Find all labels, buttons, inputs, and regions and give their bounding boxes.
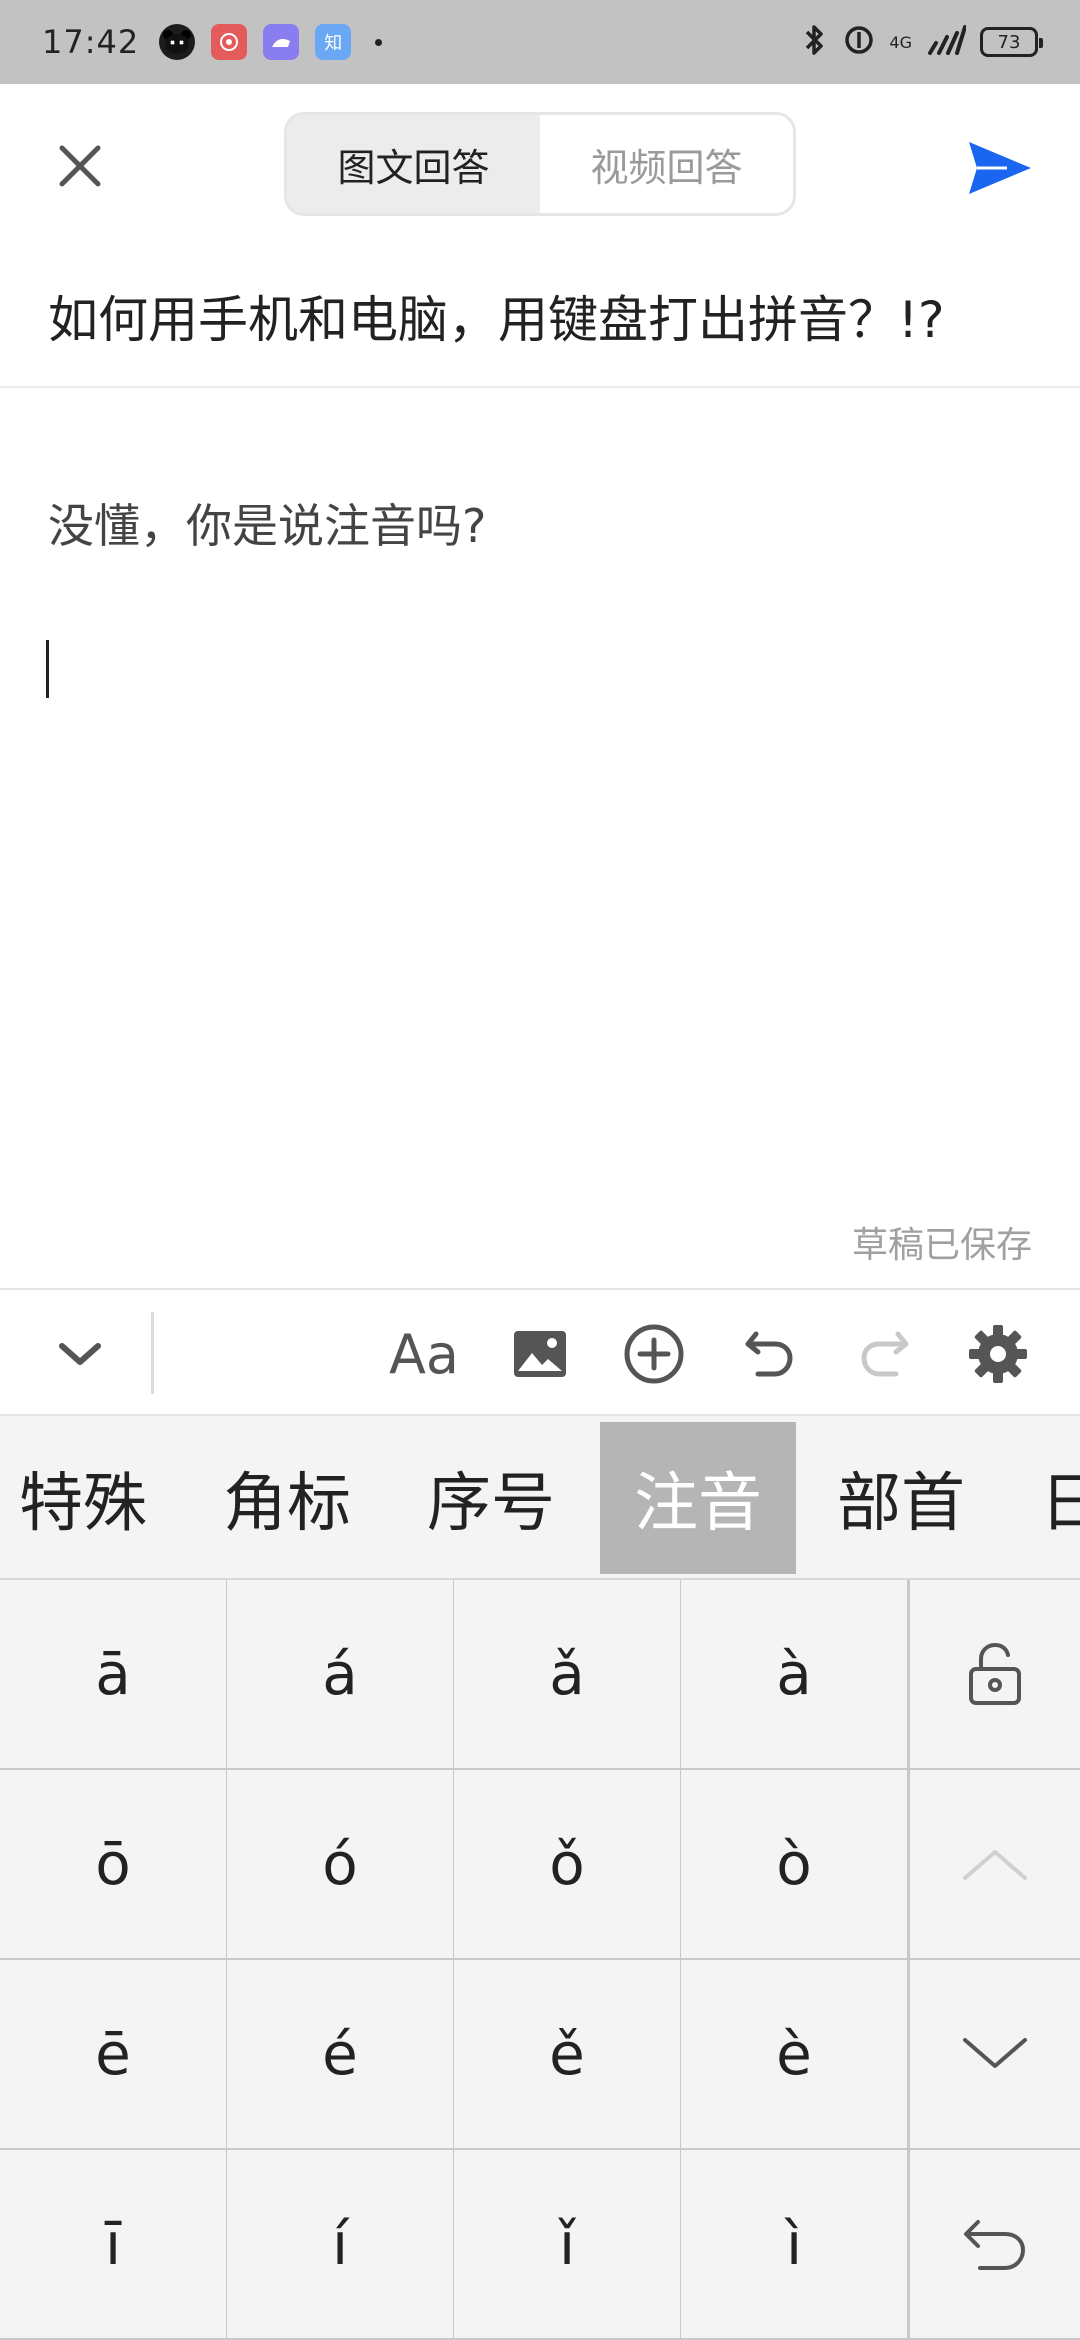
key[interactable]: ē bbox=[0, 1960, 228, 2150]
answer-type-switch: 图文回答 视频回答 bbox=[284, 112, 796, 216]
status-bar: 17:42 知 4G 73 bbox=[0, 0, 1080, 84]
key[interactable]: ó bbox=[227, 1770, 455, 1960]
network-type: 4G bbox=[889, 32, 912, 52]
insert-more-button[interactable] bbox=[612, 1312, 696, 1396]
return-key[interactable] bbox=[908, 2150, 1080, 2340]
bluetooth-icon bbox=[799, 23, 829, 61]
key[interactable]: ā bbox=[0, 1580, 228, 1770]
key[interactable]: è bbox=[681, 1960, 909, 2150]
category-superscript[interactable]: 角标 bbox=[204, 1422, 370, 1574]
chevron-up-icon bbox=[963, 1850, 1027, 1880]
redo-button[interactable] bbox=[842, 1312, 926, 1396]
key[interactable]: í bbox=[227, 2150, 455, 2340]
purple-app-icon bbox=[263, 24, 300, 60]
undo-button[interactable] bbox=[728, 1312, 812, 1396]
image-icon bbox=[514, 1331, 566, 1377]
close-icon bbox=[59, 145, 101, 187]
text-caret bbox=[46, 640, 49, 698]
symbol-category-bar: 特殊 角标 序号 注音 部首 日 bbox=[0, 1416, 1080, 1580]
chevron-down-icon bbox=[59, 1343, 101, 1365]
page-up-key[interactable] bbox=[908, 1770, 1080, 1960]
key[interactable]: ì bbox=[681, 2150, 909, 2340]
return-icon bbox=[964, 2220, 1026, 2270]
zhihu-app-icon: 知 bbox=[315, 24, 352, 60]
notification-dot bbox=[375, 38, 383, 46]
key[interactable]: é bbox=[227, 1960, 455, 2150]
collapse-keyboard-button[interactable] bbox=[38, 1312, 122, 1396]
insert-image-button[interactable] bbox=[498, 1312, 582, 1396]
send-icon bbox=[969, 142, 1031, 194]
key[interactable]: ě bbox=[454, 1960, 682, 2150]
font-icon: Aa bbox=[388, 1322, 460, 1386]
key[interactable]: á bbox=[227, 1580, 455, 1770]
category-special[interactable]: 特殊 bbox=[0, 1422, 166, 1574]
close-button[interactable] bbox=[40, 126, 120, 206]
redo-icon bbox=[861, 1331, 909, 1377]
signal-icon bbox=[926, 25, 967, 59]
page-down-key[interactable] bbox=[908, 1960, 1080, 2150]
key[interactable]: ī bbox=[0, 2150, 228, 2340]
chevron-down-icon bbox=[963, 2038, 1027, 2068]
category-japanese[interactable]: 日 bbox=[1040, 1422, 1080, 1574]
draft-status: 草稿已保存 bbox=[851, 1225, 1032, 1266]
battery-icon: 73 bbox=[980, 27, 1043, 57]
settings-button[interactable] bbox=[956, 1312, 1040, 1396]
undo-icon bbox=[745, 1331, 793, 1377]
tab-text-answer[interactable]: 图文回答 bbox=[287, 115, 540, 213]
title-divider bbox=[0, 386, 1080, 388]
phonetic-keyboard: ā á ǎ à ō ó ǒ ò ē é ě è ī í ǐ ì bbox=[0, 1580, 1080, 2340]
category-radical[interactable]: 部首 bbox=[818, 1422, 984, 1574]
lock-key[interactable] bbox=[908, 1580, 1080, 1770]
font-button[interactable]: Aa bbox=[382, 1312, 466, 1396]
gear-icon bbox=[969, 1325, 1027, 1383]
panda-app-icon bbox=[159, 24, 196, 60]
question-title: 如何用手机和电脑，用键盘打出拼音？!? bbox=[48, 291, 945, 349]
red-app-icon bbox=[211, 24, 248, 60]
editor-header: 图文回答 视频回答 bbox=[0, 84, 1080, 244]
category-ordinal[interactable]: 序号 bbox=[408, 1422, 574, 1574]
category-phonetic[interactable]: 注音 bbox=[600, 1422, 796, 1574]
editor-toolbar: Aa bbox=[0, 1288, 1080, 1416]
answer-body[interactable]: 没懂，你是说注音吗? bbox=[48, 490, 486, 556]
status-right: 4G 73 bbox=[799, 23, 1043, 61]
key[interactable]: ǎ bbox=[454, 1580, 682, 1770]
toolbar-separator bbox=[151, 1312, 154, 1394]
key[interactable]: ò bbox=[681, 1770, 909, 1960]
unlock-icon bbox=[969, 1642, 1021, 1705]
key[interactable]: ǒ bbox=[454, 1770, 682, 1960]
tab-video-answer[interactable]: 视频回答 bbox=[540, 115, 793, 213]
status-time: 17:42 bbox=[42, 23, 140, 61]
key[interactable]: ǐ bbox=[454, 2150, 682, 2340]
data-saver-icon bbox=[843, 24, 875, 60]
plus-circle-icon bbox=[624, 1324, 684, 1384]
key[interactable]: à bbox=[681, 1580, 909, 1770]
send-button[interactable] bbox=[960, 128, 1040, 208]
key[interactable]: ō bbox=[0, 1770, 228, 1960]
